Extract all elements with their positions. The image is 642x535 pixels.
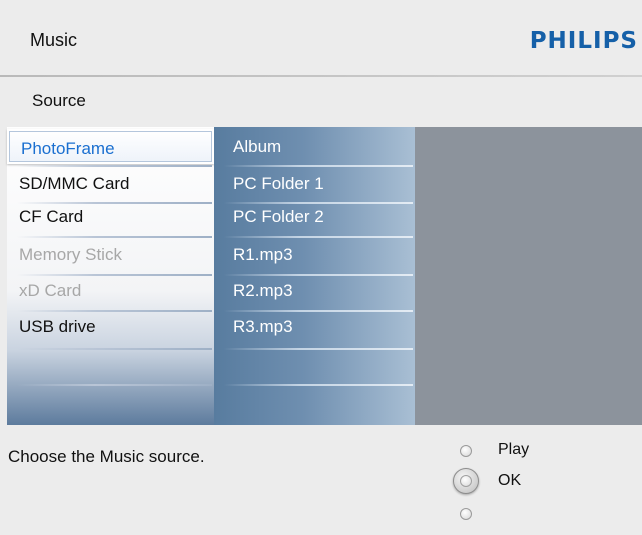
source-item-photoframe[interactable]: PhotoFrame (7, 129, 214, 164)
subheader-bar: Source (0, 82, 642, 120)
preview-area (415, 127, 642, 425)
list-separator (17, 348, 212, 350)
footer-bar: Choose the Music source. Play OK (0, 425, 642, 535)
content-item-pc-folder-2[interactable]: PC Folder 2 (214, 199, 415, 234)
content-item-album[interactable]: Album (214, 129, 415, 164)
help-text: Choose the Music source. (8, 447, 205, 466)
content-item-r1-mp3[interactable]: R1.mp3 (214, 237, 415, 272)
list-separator (224, 384, 413, 386)
source-item-xd-card[interactable]: xD Card (7, 273, 214, 308)
header-divider (0, 75, 642, 77)
nav-up-icon[interactable] (460, 445, 472, 457)
source-item-cf-card[interactable]: CF Card (7, 199, 214, 234)
page-title: Music (30, 30, 78, 50)
play-label: Play (498, 441, 530, 458)
ok-label: OK (498, 472, 522, 489)
nav-down-icon[interactable] (460, 508, 472, 520)
list-separator (224, 348, 413, 350)
source-item-usb-drive[interactable]: USB drive (7, 309, 214, 344)
content-item-r3-mp3[interactable]: R3.mp3 (214, 309, 415, 344)
content-item-pc-folder-1[interactable]: PC Folder 1 (214, 166, 415, 201)
section-title: Source (32, 91, 86, 110)
brand-logo: PHILIPS (529, 28, 638, 54)
source-item-memory-stick[interactable]: Memory Stick (7, 237, 214, 272)
content-list: Album PC Folder 1 PC Folder 2 R1.mp3 R2.… (214, 127, 415, 425)
ok-button-icon[interactable] (453, 468, 479, 494)
source-list: PhotoFrame SD/MMC Card CF Card Memory St… (7, 127, 214, 425)
source-item-sd-mmc-card[interactable]: SD/MMC Card (7, 166, 214, 201)
header-bar: Music PHILIPS (0, 0, 642, 70)
content-item-r2-mp3[interactable]: R2.mp3 (214, 273, 415, 308)
list-separator (17, 384, 212, 386)
